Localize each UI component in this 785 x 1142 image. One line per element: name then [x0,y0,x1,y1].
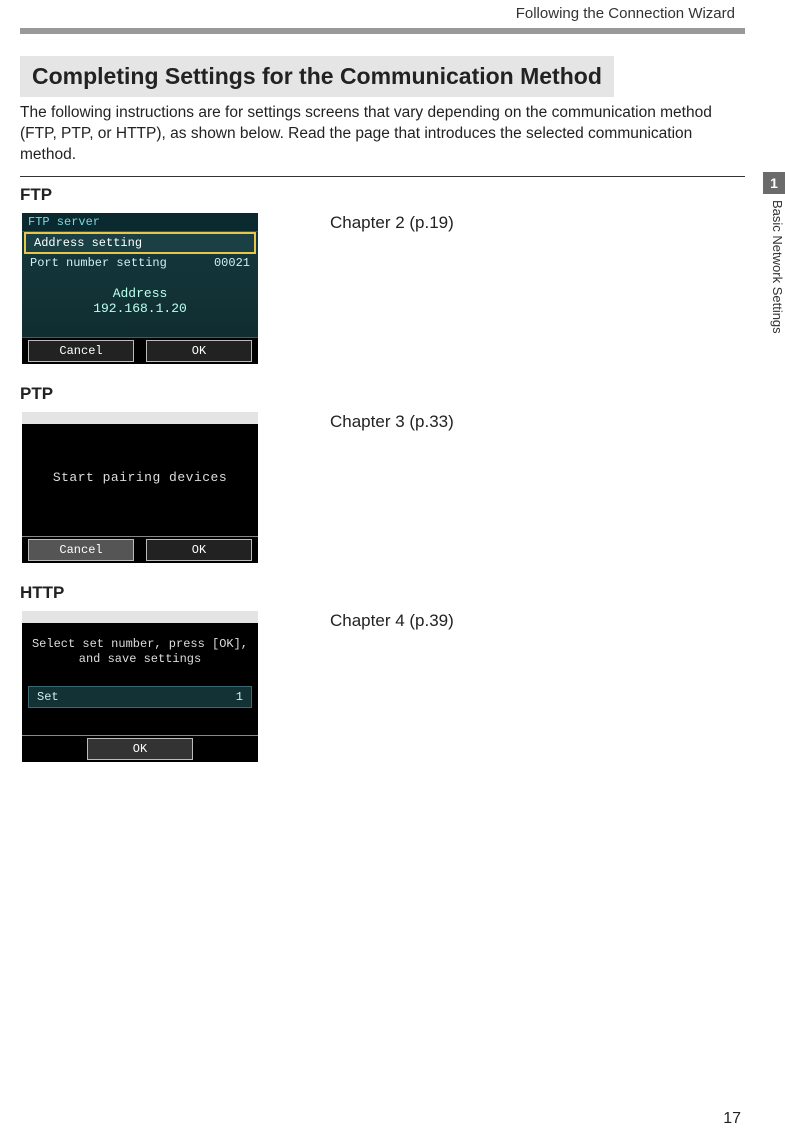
side-tab-label: Basic Network Settings [763,196,785,376]
ftp-address-setting-label: Address setting [34,236,142,250]
ptp-section: PTP Start pairing devices Cancel OK Chap… [20,384,745,565]
http-set-value: 1 [236,690,243,704]
section-title: Completing Settings for the Communicatio… [20,56,614,97]
http-ok-button: OK [87,738,193,760]
http-button-bar: OK [22,735,258,762]
intro-paragraph: The following instructions are for setti… [20,103,745,166]
ftp-ok-button: OK [146,340,252,362]
header-rule [20,28,745,34]
http-section: HTTP Select set number, press [OK], and … [20,583,745,764]
ftp-screen-title: FTP server [22,213,258,232]
http-message: Select set number, press [OK], and save … [22,637,258,668]
ptp-chapter-ref: Chapter 3 (p.33) [330,410,454,432]
http-set-row: Set 1 [28,686,252,708]
ftp-port-row: Port number setting 00021 [22,254,258,272]
ftp-section: FTP FTP server Address setting Port numb… [20,185,745,366]
section-rule [20,176,745,177]
ftp-address-label: Address [22,286,258,301]
http-message-line2: and save settings [22,652,258,668]
ptp-cancel-button: Cancel [28,539,134,561]
page-number: 17 [723,1110,741,1128]
ftp-cancel-button: Cancel [28,340,134,362]
ftp-chapter-ref: Chapter 2 (p.19) [330,211,454,233]
http-message-line1: Select set number, press [OK], [22,637,258,653]
ptp-button-bar: Cancel OK [22,536,258,563]
http-top-bar [22,611,258,623]
running-header: Following the Connection Wizard [20,5,745,22]
ptp-screenshot: Start pairing devices Cancel OK [20,410,260,565]
ftp-screenshot: FTP server Address setting Port number s… [20,211,260,366]
ftp-address-display: Address 192.168.1.20 [22,286,258,316]
ftp-address-value: 192.168.1.20 [22,301,258,316]
http-chapter-ref: Chapter 4 (p.39) [330,609,454,631]
ftp-button-bar: Cancel OK [22,337,258,364]
ftp-port-value: 00021 [214,256,250,270]
ptp-top-bar [22,412,258,424]
http-set-label: Set [37,690,59,704]
http-heading: HTTP [20,583,745,603]
ftp-port-label: Port number setting [30,256,167,270]
ftp-address-setting-row: Address setting [24,232,256,254]
ptp-ok-button: OK [146,539,252,561]
side-tab-number: 1 [763,172,785,194]
ftp-heading: FTP [20,185,745,205]
http-screenshot: Select set number, press [OK], and save … [20,609,260,764]
ptp-heading: PTP [20,384,745,404]
ptp-message: Start pairing devices [22,470,258,485]
